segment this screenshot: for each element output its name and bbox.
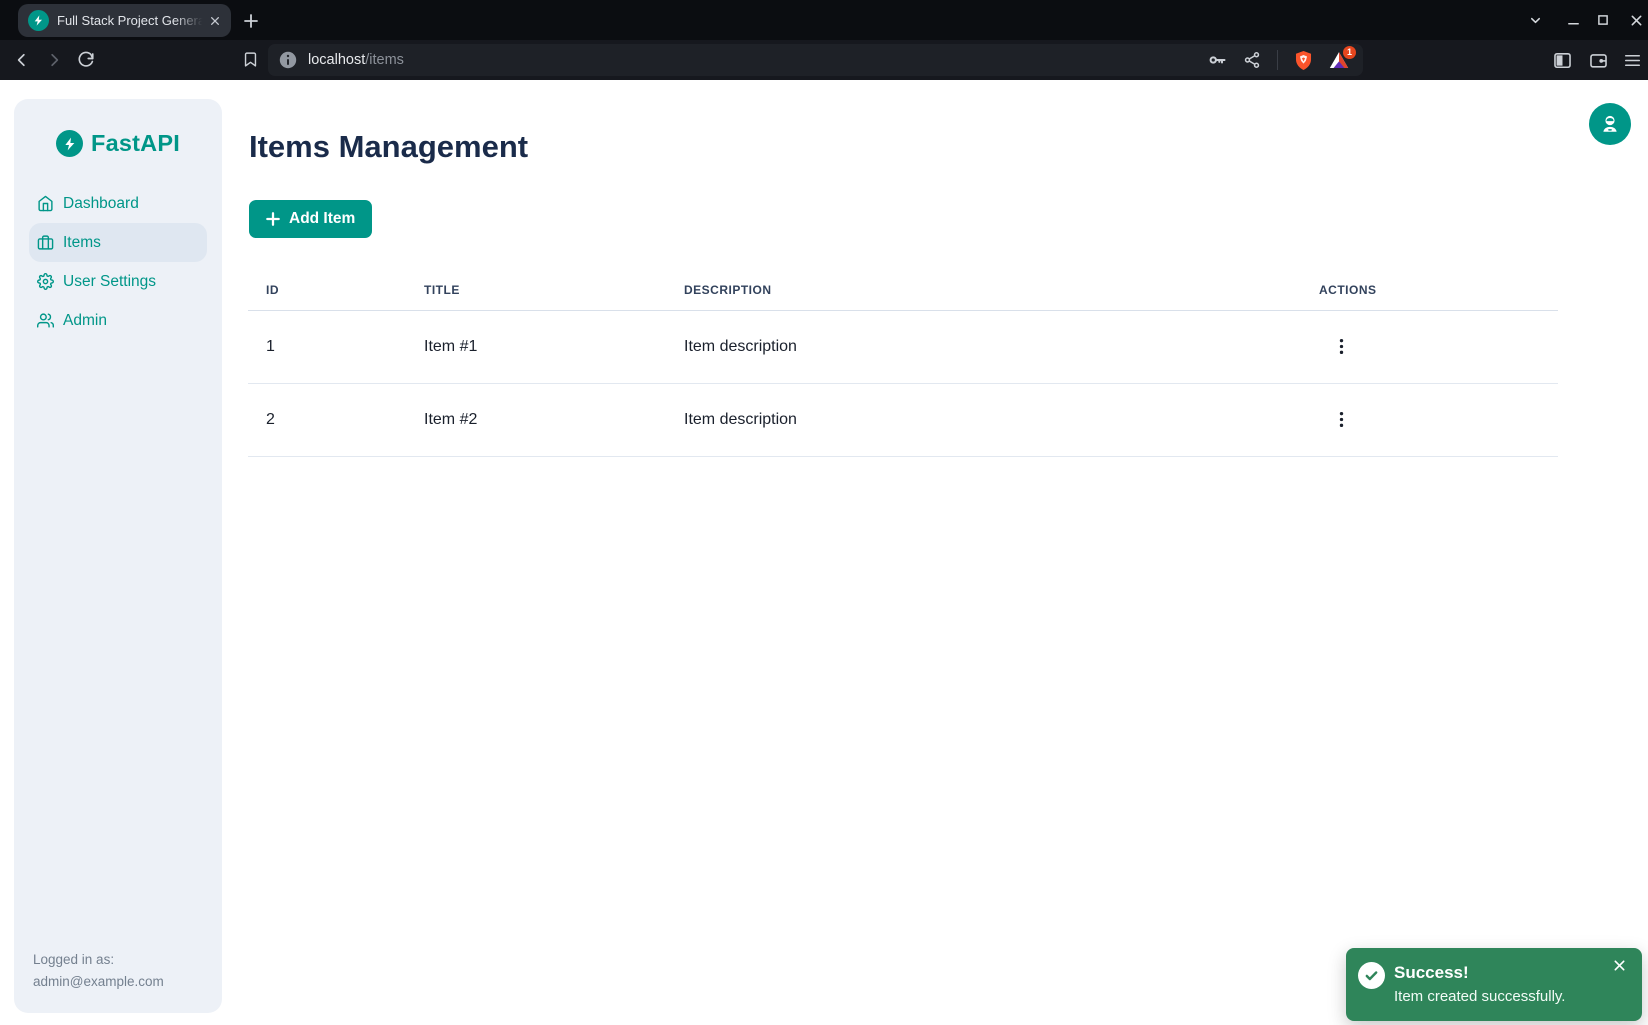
url-bar[interactable]: localhost/items 1: [268, 44, 1363, 76]
cell-id: 2: [248, 383, 406, 456]
kebab-icon: [1339, 337, 1344, 356]
page-title: Items Management: [249, 129, 528, 165]
forward-button[interactable]: [45, 51, 63, 69]
tab-title: Full Stack Project Genera: [57, 13, 207, 28]
fastapi-favicon-icon: [28, 10, 49, 31]
table-header-row: ID TITLE DESCRIPTION ACTIONS: [248, 270, 1558, 310]
browser-tab-strip: Full Stack Project Genera: [0, 0, 1648, 40]
new-tab-button[interactable]: [243, 13, 259, 29]
toast-title: Success!: [1394, 963, 1469, 983]
row-actions-menu-button[interactable]: [1329, 406, 1353, 434]
logo-text: FastAPI: [91, 130, 180, 157]
reload-button[interactable]: [77, 51, 95, 69]
brave-shield-icon[interactable]: [1294, 50, 1313, 71]
logged-in-footer: Logged in as: admin@example.com: [33, 949, 164, 993]
column-header-id: ID: [248, 270, 406, 310]
cell-id: 1: [248, 310, 406, 383]
column-header-description: DESCRIPTION: [666, 270, 1301, 310]
sidebar-item-label: Items: [63, 234, 101, 252]
cell-description: Item description: [666, 383, 1301, 456]
user-avatar-icon: [1599, 113, 1621, 135]
browser-tab[interactable]: Full Stack Project Genera: [18, 4, 231, 37]
sidebar-item-label: Admin: [63, 312, 107, 330]
success-toast: Success! Item created successfully.: [1346, 948, 1642, 1021]
briefcase-icon: [37, 234, 54, 251]
table-row: 1 Item #1 Item description: [248, 310, 1558, 383]
brave-rewards-icon[interactable]: 1: [1329, 51, 1349, 70]
home-icon: [37, 195, 54, 212]
tab-close-icon[interactable]: [207, 13, 223, 29]
user-menu-button[interactable]: [1589, 103, 1631, 145]
sidebar-item-label: Dashboard: [63, 195, 139, 213]
password-key-icon[interactable]: [1207, 50, 1227, 70]
site-info-icon[interactable]: [279, 51, 297, 69]
sidebar-item-label: User Settings: [63, 273, 156, 291]
kebab-icon: [1339, 410, 1344, 429]
row-actions-menu-button[interactable]: [1329, 333, 1353, 361]
window-maximize-button[interactable]: [1595, 12, 1611, 28]
tab-search-chevron-icon[interactable]: [1527, 12, 1543, 28]
toast-message: Item created successfully.: [1394, 988, 1565, 1005]
fastapi-logo: FastAPI: [14, 130, 222, 157]
add-item-label: Add Item: [289, 210, 355, 228]
plus-icon: [266, 212, 280, 226]
column-header-actions: ACTIONS: [1301, 270, 1558, 310]
cell-description: Item description: [666, 310, 1301, 383]
toolbar-divider: [1277, 50, 1278, 70]
cell-actions: [1301, 310, 1558, 383]
toast-close-icon[interactable]: [1613, 956, 1631, 974]
sidebar-item-admin[interactable]: Admin: [29, 301, 207, 340]
url-action-icons: 1: [1207, 50, 1349, 71]
column-header-title: TITLE: [406, 270, 666, 310]
gear-icon: [37, 273, 54, 290]
url-path: /items: [365, 52, 404, 68]
url-text: localhost/items: [308, 52, 1207, 68]
users-icon: [37, 312, 54, 329]
logged-in-label: Logged in as:: [33, 949, 164, 971]
share-icon[interactable]: [1243, 51, 1261, 69]
bookmark-icon[interactable]: [242, 51, 260, 69]
back-button[interactable]: [13, 51, 31, 69]
cell-title: Item #1: [406, 310, 666, 383]
add-item-button[interactable]: Add Item: [249, 200, 372, 238]
window-minimize-button[interactable]: [1565, 12, 1581, 28]
app-viewport: FastAPI Dashboard Items User Settings: [0, 80, 1648, 1025]
rewards-badge: 1: [1343, 46, 1356, 59]
items-table: ID TITLE DESCRIPTION ACTIONS 1 Item #1 I…: [248, 270, 1558, 457]
sidebar-item-items[interactable]: Items: [29, 223, 207, 262]
sidebar: FastAPI Dashboard Items User Settings: [14, 99, 222, 1013]
sidebar-item-user-settings[interactable]: User Settings: [29, 262, 207, 301]
sidebar-item-dashboard[interactable]: Dashboard: [29, 184, 207, 223]
cell-actions: [1301, 383, 1558, 456]
table-row: 2 Item #2 Item description: [248, 383, 1558, 456]
logged-in-email: admin@example.com: [33, 971, 164, 993]
wallet-icon[interactable]: [1589, 51, 1607, 69]
check-circle-icon: [1358, 962, 1385, 989]
sidebar-toggle-icon[interactable]: [1553, 51, 1571, 69]
window-close-button[interactable]: [1628, 12, 1644, 28]
menu-hamburger-icon[interactable]: [1623, 51, 1641, 69]
sidebar-nav: Dashboard Items User Settings Admin: [29, 184, 207, 340]
cell-title: Item #2: [406, 383, 666, 456]
url-host: localhost: [308, 52, 365, 68]
fastapi-logo-icon: [56, 130, 83, 157]
browser-toolbar: localhost/items 1: [0, 40, 1648, 80]
